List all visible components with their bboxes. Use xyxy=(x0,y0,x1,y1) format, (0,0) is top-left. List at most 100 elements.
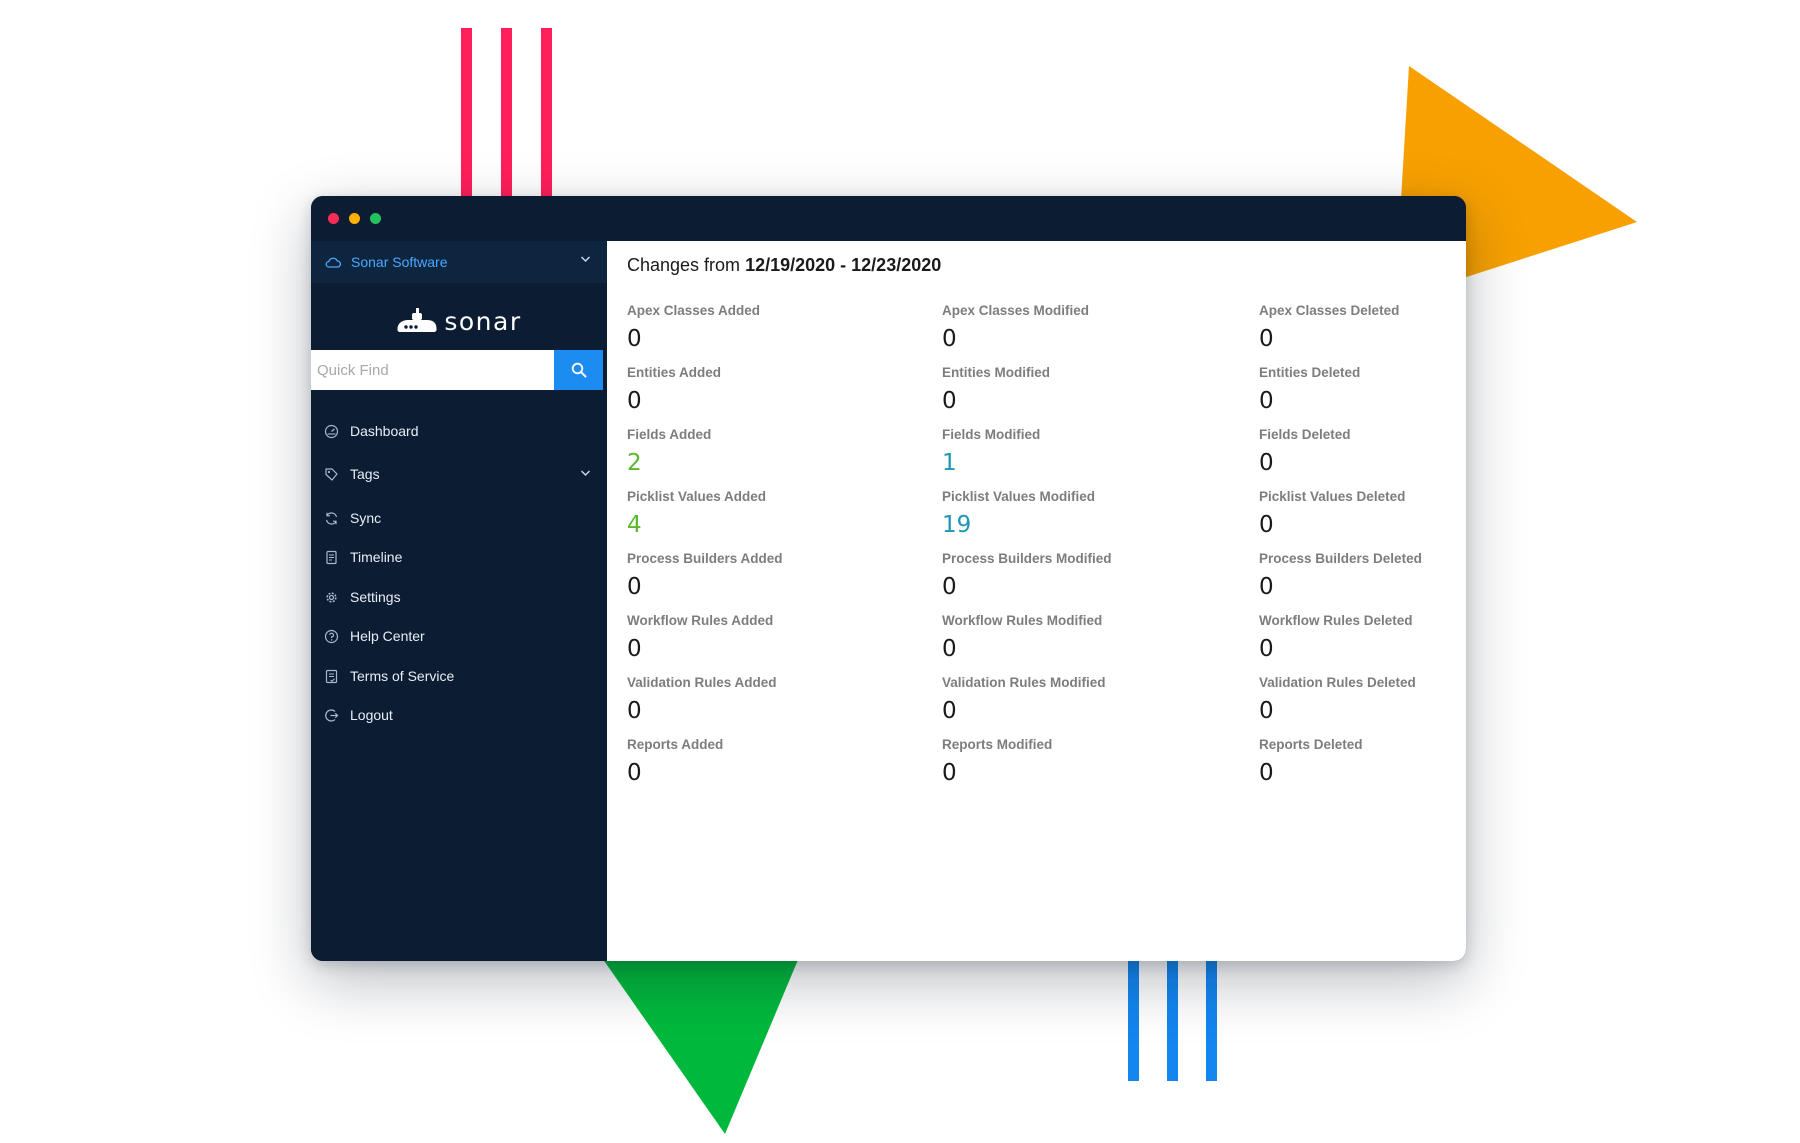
quick-find-input[interactable] xyxy=(311,350,554,390)
blue-stripe-2 xyxy=(1167,955,1178,1081)
stat-value: 0 xyxy=(627,326,642,352)
stat-cell: Process Builders Added 0 xyxy=(627,551,783,600)
stat-label: Workflow Rules Added xyxy=(627,613,774,628)
stat-value: 1 xyxy=(942,450,957,476)
stat-label: Process Builders Deleted xyxy=(1259,551,1422,566)
search-button[interactable] xyxy=(554,350,603,390)
stat-value: 0 xyxy=(1259,636,1274,662)
stat-cell: Entities Deleted 0 xyxy=(1259,365,1360,414)
stat-label: Validation Rules Modified xyxy=(942,675,1106,690)
stat-value: 0 xyxy=(1259,760,1274,786)
stat-label: Entities Modified xyxy=(942,365,1050,380)
blue-stripe-3 xyxy=(1206,955,1217,1081)
sync-icon xyxy=(325,511,338,525)
stat-cell: Fields Added 2 xyxy=(627,427,711,476)
search-icon xyxy=(571,362,586,378)
org-switcher[interactable]: Sonar Software xyxy=(311,241,607,283)
sidebar-item-label: Logout xyxy=(350,707,393,723)
stat-label: Apex Classes Deleted xyxy=(1259,303,1400,318)
stat-cell: Workflow Rules Added 0 xyxy=(627,613,773,662)
title-bar xyxy=(311,196,1466,241)
close-window-button[interactable] xyxy=(328,213,339,224)
app-window: Sonar Software sonar Quick Find Dashboar… xyxy=(311,196,1466,961)
stat-value: 0 xyxy=(942,636,957,662)
sidebar-item-label: Sync xyxy=(350,510,382,526)
sidebar-item-dashboard[interactable]: Dashboard xyxy=(311,414,607,448)
sidebar-item-help-center[interactable]: Help Center xyxy=(311,619,607,653)
sidebar-item-label: Settings xyxy=(350,589,401,605)
stat-label: Picklist Values Added xyxy=(627,489,767,504)
stat-label: Fields Deleted xyxy=(1259,427,1351,442)
stat-cell: Apex Classes Deleted 0 xyxy=(1259,303,1399,352)
logo-text: sonar xyxy=(444,306,522,336)
chevron-down-icon xyxy=(580,256,591,263)
stat-value: 0 xyxy=(1259,512,1274,538)
stat-cell: Picklist Values Deleted 0 xyxy=(1259,489,1405,538)
minimize-window-button[interactable] xyxy=(349,213,360,224)
stat-label: Entities Deleted xyxy=(1259,365,1361,380)
stat-value: 0 xyxy=(942,760,957,786)
stat-label: Reports Added xyxy=(627,737,724,752)
stat-cell: Process Builders Deleted 0 xyxy=(1259,551,1422,600)
document-icon xyxy=(325,669,338,683)
stat-label: Workflow Rules Modified xyxy=(942,613,1103,628)
sidebar-item-label: Help Center xyxy=(350,628,425,644)
stat-cell: Validation Rules Modified 0 xyxy=(942,675,1106,724)
stat-label: Picklist Values Deleted xyxy=(1259,489,1406,504)
sonar-logo: sonar xyxy=(311,301,607,341)
stat-cell: Entities Added 0 xyxy=(627,365,721,414)
title-prefix: Changes from xyxy=(627,255,741,275)
help-icon xyxy=(324,629,339,643)
red-stripe-1 xyxy=(461,28,472,200)
org-name: Sonar Software xyxy=(351,254,448,270)
sidebar-item-tags[interactable]: Tags xyxy=(311,457,607,491)
stat-cell: Workflow Rules Modified 0 xyxy=(942,613,1102,662)
submarine-icon xyxy=(397,308,437,332)
stat-value: 0 xyxy=(1259,388,1274,414)
sidebar-item-terms-of-service[interactable]: Terms of Service xyxy=(311,659,607,693)
stat-label: Reports Deleted xyxy=(1259,737,1363,752)
cloud-icon xyxy=(325,257,341,268)
dashboard-icon xyxy=(324,424,339,438)
red-stripe-2 xyxy=(501,28,512,200)
sidebar-item-settings[interactable]: Settings xyxy=(311,580,607,614)
quick-find xyxy=(311,350,603,390)
stat-value: 0 xyxy=(1259,450,1274,476)
chevron-down-icon[interactable] xyxy=(580,469,591,477)
stat-label: Process Builders Modified xyxy=(942,551,1112,566)
logout-icon xyxy=(325,708,339,722)
maximize-window-button[interactable] xyxy=(370,213,381,224)
stat-label: Apex Classes Added xyxy=(627,303,761,318)
stat-cell: Apex Classes Modified 0 xyxy=(942,303,1089,352)
stat-cell: Apex Classes Added 0 xyxy=(627,303,760,352)
page-title: Changes from 12/19/2020 - 12/23/2020 xyxy=(627,255,941,276)
tag-icon xyxy=(325,467,338,481)
stat-value: 0 xyxy=(627,760,642,786)
sidebar-item-logout[interactable]: Logout xyxy=(311,698,607,732)
main-panel: Changes from 12/19/2020 - 12/23/2020 Ape… xyxy=(607,241,1466,961)
stat-value: 4 xyxy=(627,512,642,538)
stat-label: Fields Modified xyxy=(942,427,1041,442)
blue-stripe-1 xyxy=(1128,955,1139,1081)
stat-cell: Reports Deleted 0 xyxy=(1259,737,1363,786)
stat-cell: Validation Rules Added 0 xyxy=(627,675,777,724)
stat-label: Workflow Rules Deleted xyxy=(1259,613,1413,628)
sidebar-item-label: Timeline xyxy=(350,549,403,565)
stat-cell: Workflow Rules Deleted 0 xyxy=(1259,613,1413,662)
sidebar-item-label: Tags xyxy=(350,466,380,482)
stat-value: 0 xyxy=(1259,326,1274,352)
stat-label: Process Builders Added xyxy=(627,551,783,566)
sidebar-item-label: Terms of Service xyxy=(350,668,455,684)
stat-cell: Picklist Values Added 4 xyxy=(627,489,766,538)
stat-cell: Validation Rules Deleted 0 xyxy=(1259,675,1416,724)
gear-icon xyxy=(326,591,337,603)
stat-cell: Fields Deleted 0 xyxy=(1259,427,1351,476)
stat-cell: Reports Added 0 xyxy=(627,737,723,786)
sidebar-item-sync[interactable]: Sync xyxy=(311,501,607,535)
stat-value: 0 xyxy=(942,326,957,352)
stat-cell: Entities Modified 0 xyxy=(942,365,1050,414)
sidebar-item-timeline[interactable]: Timeline xyxy=(311,540,607,574)
stat-label: Apex Classes Modified xyxy=(942,303,1090,318)
date-range: 12/19/2020 - 12/23/2020 xyxy=(745,255,942,275)
stat-value: 0 xyxy=(627,636,642,662)
